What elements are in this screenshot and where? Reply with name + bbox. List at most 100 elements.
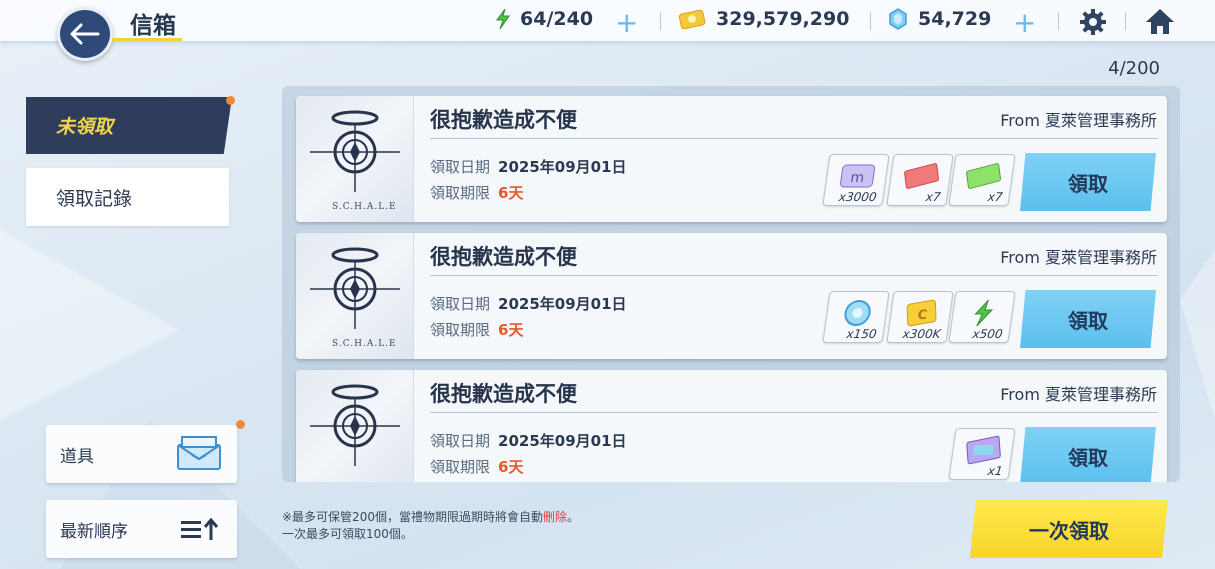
- divider: [870, 12, 871, 30]
- items-button[interactable]: 道具: [46, 425, 237, 483]
- credits-value: 329,579,290: [716, 8, 850, 30]
- reward-item[interactable]: x500: [948, 291, 1016, 343]
- date-label: 領取日期: [430, 432, 491, 450]
- ap-display: 64/240: [494, 8, 593, 30]
- schale-logo: [296, 370, 414, 482]
- mail-date: 領取日期 2025年09月01日: [430, 156, 627, 177]
- notification-dot: [236, 420, 245, 429]
- limit-label: 領取期限: [430, 184, 491, 202]
- settings-button[interactable]: [1079, 8, 1107, 40]
- halo-crosshair-icon: [310, 247, 400, 329]
- mail-item[interactable]: S.C.H.A.L.E 很抱歉造成不便 From 夏萊管理事務所 領取日期 202…: [296, 233, 1167, 359]
- gear-icon: [1080, 9, 1106, 35]
- ap-value: 64/240: [520, 8, 594, 30]
- schale-text: S.C.H.A.L.E: [332, 202, 397, 212]
- items-label: 道具: [60, 446, 94, 467]
- credits-display: 329,579,290: [678, 8, 849, 30]
- svg-text:m: m: [849, 170, 865, 186]
- home-icon: [1146, 9, 1174, 34]
- schale-logo: S.C.H.A.L.E: [296, 233, 414, 359]
- divider: [1058, 12, 1059, 30]
- note-text: ※最多可保管200個，當禮物期限過期時將會自動: [282, 510, 543, 524]
- tab-unclaimed[interactable]: 未領取: [26, 97, 232, 154]
- reward-item[interactable]: x7: [886, 154, 954, 206]
- mail-limit: 領取期限 6天: [430, 319, 523, 340]
- tab-history-label: 領取記錄: [56, 187, 133, 210]
- eligma-icon: m: [840, 164, 876, 188]
- halo-crosshair-icon: [310, 384, 400, 466]
- divider: [430, 138, 1158, 139]
- divider: [1125, 12, 1126, 30]
- mail-limit: 領取期限 6天: [430, 456, 523, 477]
- reward-item[interactable]: x1: [948, 428, 1016, 480]
- sort-label: 最新順序: [60, 521, 128, 542]
- gems-display: 54,729: [888, 8, 991, 30]
- mail-item[interactable]: 很抱歉造成不便 From 夏萊管理事務所 領取日期 2025年09月01日 領取期…: [296, 370, 1167, 482]
- title-underline: [112, 38, 182, 41]
- reward-qty: x300K: [901, 327, 942, 341]
- mail-title: 很抱歉造成不便: [430, 108, 577, 132]
- notification-dot: [226, 96, 235, 105]
- limit-label: 領取期限: [430, 458, 491, 476]
- limit-value: 6天: [498, 458, 524, 476]
- ticket-green-icon: [966, 163, 1001, 189]
- claim-button[interactable]: 領取: [1020, 290, 1156, 348]
- mail-sender: From 夏萊管理事務所: [1000, 111, 1157, 130]
- gems-plus-button[interactable]: +: [1013, 6, 1036, 39]
- sort-icon: [181, 518, 219, 540]
- tab-history[interactable]: 領取記錄: [26, 168, 229, 226]
- date-label: 領取日期: [430, 295, 491, 313]
- reward-qty: x7: [986, 190, 1004, 204]
- mail-title: 很抱歉造成不便: [430, 382, 577, 406]
- limit-value: 6天: [498, 321, 524, 339]
- mail-count: 4/200: [1108, 58, 1160, 79]
- mail-limit: 領取期限 6天: [430, 182, 523, 203]
- page-title: 信箱: [130, 13, 176, 39]
- tab-unclaimed-label: 未領取: [56, 116, 114, 138]
- note-delete-text: 刪除: [542, 510, 567, 524]
- halo-crosshair-icon: [310, 110, 400, 192]
- sort-button[interactable]: 最新順序: [46, 500, 237, 558]
- mail-sender: From 夏萊管理事務所: [1000, 385, 1157, 404]
- reward-item[interactable]: m x3000: [822, 154, 890, 206]
- credit-icon: C: [906, 299, 937, 327]
- ap-lightning-icon: [496, 8, 510, 30]
- divider: [430, 412, 1158, 413]
- reward-item[interactable]: C x300K: [886, 291, 954, 343]
- divider: [660, 12, 661, 30]
- ap-plus-button[interactable]: +: [615, 6, 638, 39]
- mail-list[interactable]: S.C.H.A.L.E 很抱歉造成不便 From 夏萊管理事務所 領取日期 202…: [282, 86, 1180, 482]
- reward-item[interactable]: x150: [822, 291, 890, 343]
- mail-item[interactable]: S.C.H.A.L.E 很抱歉造成不便 From 夏萊管理事務所 領取日期 202…: [296, 96, 1167, 222]
- home-button[interactable]: [1144, 7, 1176, 39]
- claim-all-button[interactable]: 一次領取: [970, 500, 1168, 558]
- reward-qty: x7: [924, 190, 942, 204]
- schale-text: S.C.H.A.L.E: [332, 339, 397, 349]
- storage-note: ※最多可保管200個，當禮物期限過期時將會自動刪除。 一次最多可領取100個。: [282, 509, 579, 543]
- back-button[interactable]: [57, 7, 113, 61]
- mail-sender: From 夏萊管理事務所: [1000, 248, 1157, 267]
- gems-value: 54,729: [918, 8, 992, 30]
- reward-qty: x500: [971, 327, 1004, 341]
- note-text: 。: [566, 510, 579, 524]
- credit-icon: [678, 9, 706, 29]
- note-line-1: ※最多可保管200個，當禮物期限過期時將會自動刪除。: [282, 509, 579, 526]
- divider: [430, 275, 1158, 276]
- mail-date: 領取日期 2025年09月01日: [430, 430, 627, 451]
- mail-title: 很抱歉造成不便: [430, 245, 577, 269]
- reward-item[interactable]: x7: [948, 154, 1016, 206]
- date-value: 2025年09月01日: [498, 295, 627, 313]
- pyroxene-icon: [889, 8, 907, 30]
- schale-logo: S.C.H.A.L.E: [296, 96, 414, 222]
- reward-qty: x3000: [837, 190, 878, 204]
- claim-button[interactable]: 領取: [1020, 153, 1156, 211]
- note-line-2: 一次最多可領取100個。: [282, 527, 413, 541]
- ap-icon: [974, 299, 994, 327]
- arrow-left-icon: [70, 23, 100, 45]
- limit-label: 領取期限: [430, 321, 491, 339]
- ticket-red-icon: [904, 163, 939, 189]
- reward-qty: x1: [986, 464, 1004, 478]
- mail-date: 領取日期 2025年09月01日: [430, 293, 627, 314]
- pyroxene-icon: [844, 300, 871, 326]
- claim-button[interactable]: 領取: [1020, 427, 1156, 482]
